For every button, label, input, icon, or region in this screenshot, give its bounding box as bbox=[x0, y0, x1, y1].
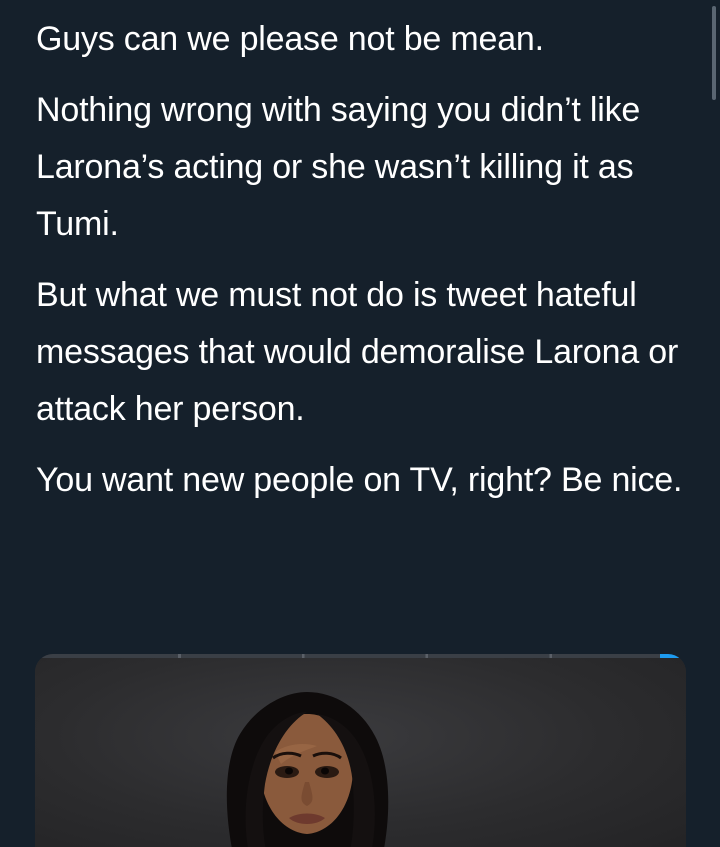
tweet-photo[interactable] bbox=[35, 654, 686, 847]
scrollbar[interactable] bbox=[712, 6, 716, 100]
tweet-paragraph: Nothing wrong with saying you didn’t lik… bbox=[36, 91, 641, 243]
tweet-paragraph: Guys can we please not be mean. bbox=[36, 20, 544, 58]
portrait-image bbox=[226, 692, 389, 847]
tweet-paragraph: But what we must not do is tweet hateful… bbox=[36, 276, 679, 428]
tweet-paragraph: You want new people on TV, right? Be nic… bbox=[36, 461, 683, 499]
tweet-text: Guys can we please not be mean. Nothing … bbox=[36, 10, 686, 523]
